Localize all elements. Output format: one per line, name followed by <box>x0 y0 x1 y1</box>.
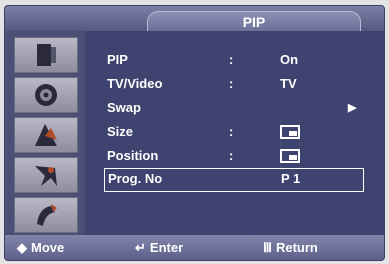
menu-row-label: Swap <box>107 100 141 115</box>
picture-icon <box>37 44 56 66</box>
channel-icon <box>35 124 57 146</box>
menu-row-swap[interactable]: Swap ▶ <box>85 97 375 119</box>
menu-row-size[interactable]: Size : <box>85 121 375 143</box>
menu-row-colon: : <box>229 148 234 163</box>
tv-osd-screen: PIP PIP: On TV/Video: TV Swap ▶ Size:… <box>0 0 389 264</box>
menu-row-position[interactable]: Position : <box>85 145 375 167</box>
osd-frame: PIP PIP: On TV/Video: TV Swap ▶ Size:… <box>4 5 385 261</box>
title-tab: PIP <box>147 11 361 32</box>
sidebar-item-channel[interactable] <box>14 117 78 153</box>
menu-row-prog-no[interactable]: Prog. No P 1 <box>104 168 364 192</box>
setup-icon <box>35 166 57 186</box>
enter-label: Enter <box>149 240 184 255</box>
input-icon <box>37 204 57 226</box>
sound-icon <box>35 84 57 106</box>
menu-row-value: TV <box>280 76 297 91</box>
submenu-arrow-icon: ▶ <box>348 102 357 114</box>
move-label: Move <box>31 240 65 255</box>
menu-row-colon: : <box>229 124 234 139</box>
menu-row-value: On <box>280 52 299 67</box>
sidebar-item-setup[interactable] <box>14 157 78 193</box>
menu-row-colon: : <box>229 76 234 91</box>
sidebar-item-sound[interactable] <box>14 77 78 113</box>
menu-content: PIP : On TV/Video : TV Swap ▶ Size : Pos… <box>85 31 384 235</box>
pip-position-icon <box>280 149 300 163</box>
move-arrows-icon: ◆ <box>17 240 27 255</box>
menu-row-label: Position <box>107 148 159 163</box>
move-hint: ◆ Move <box>17 240 64 256</box>
menu-row-pip[interactable]: PIP : On <box>85 49 375 71</box>
enter-icon: ↵ <box>135 240 146 255</box>
pip-size-icon <box>280 125 300 139</box>
menu-row-value: P 1 <box>281 171 301 186</box>
menu-row-label: TV/Video <box>107 76 163 91</box>
sidebar-item-picture[interactable] <box>14 37 78 73</box>
menu-row-label: Size <box>107 124 134 139</box>
return-label: Return <box>275 240 318 255</box>
return-hint: Ⅲ Return <box>263 240 318 256</box>
return-icon: Ⅲ <box>263 240 272 255</box>
help-bar: ◆ Move ↵ Enter Ⅲ Return <box>5 235 384 260</box>
menu-row-colon: : <box>229 52 234 67</box>
sidebar-item-input[interactable] <box>14 197 78 233</box>
menu-row-tv-video[interactable]: TV/Video : TV <box>85 73 375 95</box>
menu-row-label: Prog. No <box>108 171 163 186</box>
menu-title: PIP <box>242 14 266 30</box>
title-bar: PIP <box>5 6 384 32</box>
category-sidebar <box>5 31 85 235</box>
enter-hint: ↵ Enter <box>135 240 183 256</box>
menu-row-label: PIP <box>107 52 128 67</box>
